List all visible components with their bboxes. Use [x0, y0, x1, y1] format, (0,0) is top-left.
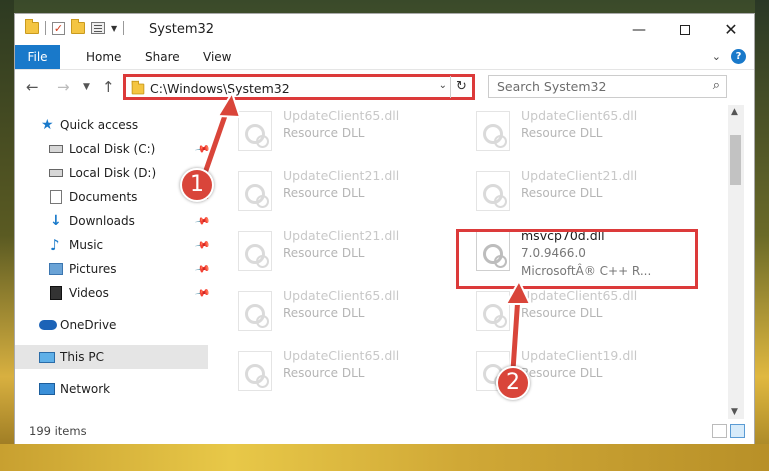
step-callout-1: 1	[180, 168, 214, 202]
step-callout-2: 2	[496, 366, 530, 400]
arrow-head-2	[504, 278, 532, 305]
arrow-to-address-bar	[201, 104, 231, 179]
arrow-head-1	[216, 90, 242, 119]
annotation-arrows	[200, 90, 532, 374]
